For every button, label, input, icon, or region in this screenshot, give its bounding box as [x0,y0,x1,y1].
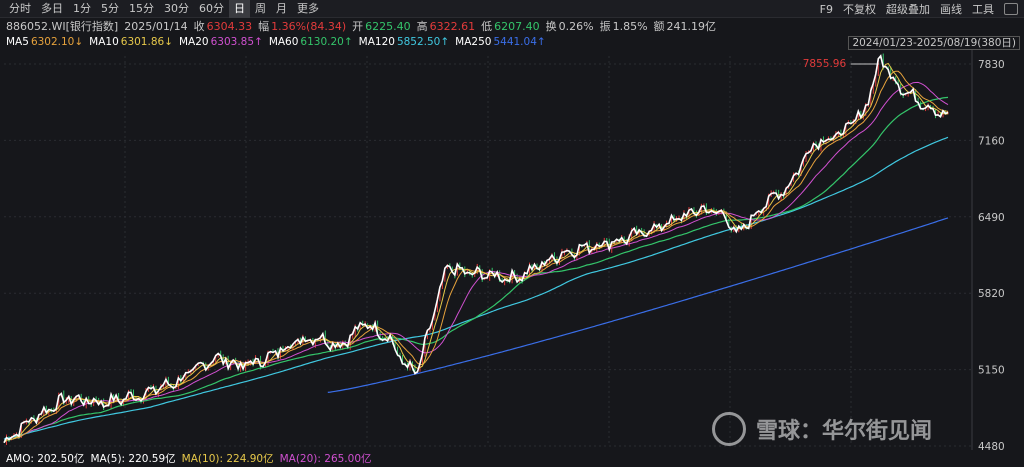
tab-8[interactable]: 周 [250,0,271,18]
ma5-line [3,62,949,444]
tab-6[interactable]: 60分 [194,0,229,18]
settings-icon[interactable] [1004,3,1018,15]
tab-2[interactable]: 1分 [68,0,96,18]
change-label: 幅 [258,20,270,33]
amplitude-label: 振 [599,20,611,33]
amo-item-3: MA(20): 265.00亿 [279,452,372,465]
amo-item-1: MA(5): 220.59亿 [90,452,176,465]
low-label: 低 [481,20,493,33]
turnover-value: 0.26% [558,19,594,33]
price-line [3,54,949,444]
amount-label: 额 [653,20,665,33]
watermark-text: 雪球：华尔街见闻 [756,419,933,444]
amo-item-0: AMO: 202.50亿 [6,452,85,465]
ma-value-5: 5441.04↑ [493,36,546,48]
turnover-label: 换 [545,20,557,33]
xueqiu-logo-icon [712,412,746,446]
ma10-line [3,70,949,444]
low-value: 6207.40 [494,19,540,33]
watermark: 雪球：华尔街见闻 [712,412,932,446]
tab-1[interactable]: 多日 [36,0,68,18]
ma-value-0: 6302.10↓ [30,36,84,48]
ma-label-3: MA60 [268,36,299,48]
open-label: 开 [352,20,364,33]
tab-7[interactable]: 日 [229,0,250,18]
open-value: 6225.40 [365,19,411,33]
tab-5[interactable]: 30分 [159,0,194,18]
quote-info-row: 886052.WI[银行指数] 2025/01/14 收 6304.33 幅 1… [0,18,1024,34]
toolbar-btn-0[interactable]: F9 [820,3,833,16]
tab-10[interactable]: 更多 [292,0,324,18]
ma-label-4: MA120 [358,36,395,48]
tab-3[interactable]: 5分 [96,0,124,18]
ma-label-0: MA5 [6,36,29,48]
toolbar-right: F9 不复权 超级叠加 画线 工具 [810,0,1018,18]
ma-label-5: MA250 [455,36,492,48]
y-tick-label-0: 7830 [978,59,1005,71]
tab-4[interactable]: 15分 [124,0,159,18]
ma-value-3: 6130.20↑ [300,36,353,48]
y-tick-label-1: 7160 [978,135,1005,147]
tab-9[interactable]: 月 [271,0,292,18]
ma-value-1: 6301.86↓ [120,36,173,48]
ma-value-4: 5852.50↑ [396,36,450,48]
y-tick-label-4: 5150 [978,365,1005,377]
amplitude-value: 1.85% [612,19,648,33]
amo-legend-row: AMO: 202.50亿 MA(5): 220.59亿 MA(10): 224.90… [6,450,378,466]
high-annotation-label: 7855.96 [803,58,847,70]
close-label: 收 [193,20,205,33]
change-value: 1.36%(84.34) [271,19,347,33]
index-code: 886052.WI[银行指数] [6,20,119,33]
toolbar-btn-3[interactable]: 画线 [940,1,962,17]
amount-value: 241.19亿 [666,20,717,33]
high-value: 6322.61 [429,19,476,33]
ma-value-2: 6303.85↑ [210,36,263,48]
toolbar-btn-4[interactable]: 工具 [972,1,994,17]
period-toolbar: 分时 多日 1分 5分 15分 30分 60分日周月更多 F9 不复权 超级叠加 画线 工具 [0,0,1024,18]
y-tick-label-3: 5820 [978,288,1005,300]
period-tabs: 分时 多日 1分 5分 15分 30分 60分日周月更多 [0,0,324,18]
y-tick-label-2: 6490 [978,212,1005,224]
toolbar-btn-1[interactable]: 不复权 [843,1,876,17]
tab-0[interactable]: 分时 [4,0,36,18]
high-label: 高 [416,20,428,33]
amo-item-2: MA(10): 224.90亿 [181,452,274,465]
ma250-line [327,217,949,393]
y-tick-label-5: 4480 [978,441,1005,450]
candlestick-chart[interactable]: 7830 7160 6490 5820 5150 4480 7855.96 [0,50,1024,450]
quote-date: 2025/01/14 [124,19,188,33]
date-range-label[interactable]: 2024/01/23-2025/08/19(380日) [848,36,1020,50]
ma-label-2: MA20 [178,36,209,48]
close-value: 6304.33 [206,19,253,33]
toolbar-btn-2[interactable]: 超级叠加 [886,1,930,17]
ma-label-1: MA10 [89,36,119,48]
